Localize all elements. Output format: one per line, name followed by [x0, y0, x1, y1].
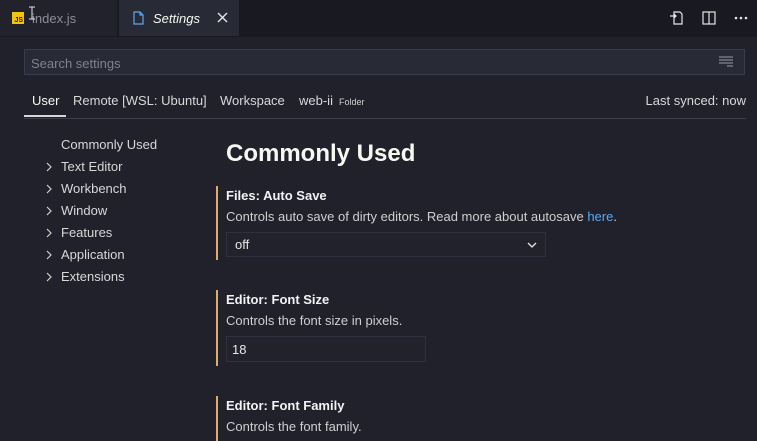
description-end: .: [613, 209, 617, 224]
section-title: Commonly Used: [226, 140, 416, 167]
tab-remote-wsl[interactable]: Remote [WSL: Ubuntu]: [73, 86, 207, 116]
setting-description: Controls the font size in pixels.: [226, 313, 403, 328]
setting-title: Editor: Font Size: [226, 290, 736, 310]
toc-item-label: Text Editor: [61, 159, 123, 174]
setting-description: Controls auto save of dirty editors. Rea…: [226, 206, 736, 228]
chevron-right-icon: [46, 228, 52, 238]
tab-index-js[interactable]: JS index.js: [0, 0, 118, 36]
chevron-right-icon: [46, 272, 52, 282]
folder-tag: Folder: [338, 97, 365, 107]
tab-settings[interactable]: Settings: [119, 0, 239, 36]
toc-item-label: Extensions: [61, 269, 125, 284]
toc-item-label: Features: [61, 225, 113, 240]
setting-editor-font-family: Editor: Font Family Controls the font fa…: [216, 396, 736, 441]
filter-list-icon[interactable]: [718, 56, 734, 68]
toc-item-label: Workbench: [61, 181, 127, 196]
setting-editor-font-size: Editor: Font Size Controls the font size…: [216, 290, 736, 366]
tab-label: Settings: [153, 10, 200, 26]
folder-name: web-ii: [299, 93, 333, 108]
toc-item-label: Application: [61, 247, 125, 262]
setting-files-auto-save: Files: Auto Save Controls auto save of d…: [216, 186, 736, 260]
setting-description: Controls the font family.: [226, 419, 362, 434]
setting-category: Editor:: [226, 398, 272, 413]
editor-tab-bar: JS index.js Settings: [0, 0, 757, 37]
js-badge-text: JS: [14, 17, 23, 24]
select-value: off: [235, 237, 250, 252]
setting-name: Auto Save: [263, 188, 327, 203]
chevron-right-icon: [46, 162, 52, 172]
tab-folder[interactable]: web-ii Folder: [299, 86, 364, 116]
autosave-docs-link[interactable]: here: [587, 209, 613, 224]
toc-item-application[interactable]: Application: [40, 244, 210, 266]
tab-workspace[interactable]: Workspace: [220, 86, 285, 116]
setting-title: Editor: Font Family: [226, 396, 736, 416]
settings-file-icon: [133, 11, 144, 25]
more-actions-icon[interactable]: [731, 8, 751, 28]
tab-user[interactable]: User: [32, 86, 59, 116]
last-synced-status: Last synced: now: [645, 93, 746, 108]
chevron-right-icon: [46, 184, 52, 194]
auto-save-select[interactable]: off: [226, 232, 546, 257]
open-settings-json-icon[interactable]: [667, 8, 687, 28]
close-icon[interactable]: [216, 11, 229, 24]
toc-item-text-editor[interactable]: Text Editor: [40, 156, 210, 178]
chevron-down-icon: [527, 242, 537, 248]
toc-item-window[interactable]: Window: [40, 200, 210, 222]
settings-scope-tabs: User Remote [WSL: Ubuntu] Workspace web-…: [24, 86, 746, 119]
toc-item-workbench[interactable]: Workbench: [40, 178, 210, 200]
font-size-input[interactable]: [226, 336, 426, 362]
description-text: Controls auto save of dirty editors. Rea…: [226, 209, 588, 224]
split-editor-icon[interactable]: [699, 8, 719, 28]
search-input[interactable]: [29, 50, 713, 76]
setting-name: Font Family: [271, 398, 345, 413]
toc-item-commonly-used[interactable]: Commonly Used: [40, 134, 210, 156]
setting-name: Font Size: [271, 292, 330, 307]
active-tab-indicator: [24, 115, 66, 117]
toc-item-label: Window: [61, 203, 108, 218]
setting-category: Editor:: [226, 292, 272, 307]
toc-item-label: Commonly Used: [61, 137, 158, 152]
js-file-icon: JS: [12, 12, 24, 24]
toc-item-features[interactable]: Features: [40, 222, 210, 244]
setting-title: Files: Auto Save: [226, 186, 736, 206]
chevron-right-icon: [46, 206, 52, 216]
settings-toc: Commonly Used Text Editor Workbench Wind…: [40, 134, 210, 288]
editor-actions: [667, 0, 751, 36]
toc-item-extensions[interactable]: Extensions: [40, 266, 210, 288]
chevron-right-icon: [46, 250, 52, 260]
search-settings-box: [24, 49, 745, 76]
tab-label: index.js: [32, 10, 77, 26]
setting-category: Files:: [226, 188, 264, 203]
